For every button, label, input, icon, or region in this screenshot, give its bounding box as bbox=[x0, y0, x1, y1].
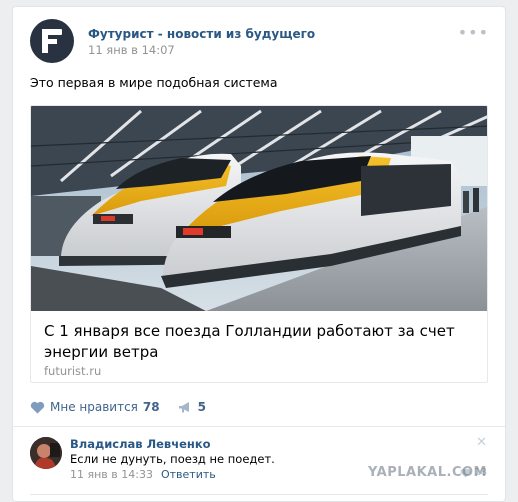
share-button[interactable]: 5 bbox=[178, 400, 206, 414]
like-label: Мне нравится bbox=[50, 400, 138, 414]
comment-timestamp[interactable]: 11 янв в 14:33 bbox=[70, 468, 153, 481]
commenter-avatar[interactable] bbox=[30, 437, 62, 469]
letter-f-logo-icon bbox=[42, 29, 62, 53]
megaphone-icon bbox=[178, 401, 189, 412]
community-avatar[interactable] bbox=[30, 19, 74, 63]
heart-icon bbox=[30, 401, 45, 413]
watermark: YAPLAKAL.COM bbox=[368, 465, 487, 480]
train-photo bbox=[31, 106, 487, 311]
reply-button[interactable]: Ответить bbox=[161, 468, 216, 481]
comments-divider bbox=[13, 426, 505, 427]
link-title[interactable]: С 1 января все поезда Голландии работают… bbox=[44, 321, 474, 363]
commenter-photo bbox=[30, 437, 62, 469]
link-domain: futurist.ru bbox=[44, 364, 102, 378]
post-actions: Мне нравится 78 5 bbox=[30, 397, 206, 417]
close-icon[interactable]: ✕ bbox=[476, 435, 487, 450]
comment-author-link[interactable]: Владислав Левченко bbox=[70, 437, 211, 451]
share-count: 5 bbox=[197, 400, 206, 414]
like-count: 78 bbox=[142, 400, 160, 414]
comment-meta: 11 янв в 14:33 Ответить bbox=[70, 468, 216, 481]
comment-text: Если не дунуть, поезд не поедет. bbox=[70, 452, 275, 466]
post-author-link[interactable]: Футурист - новости из будущего bbox=[88, 27, 315, 41]
post-card: Футурист - новости из будущего 11 янв в … bbox=[12, 6, 506, 502]
comment-bottom-divider bbox=[30, 494, 488, 495]
more-dots-icon[interactable]: ••• bbox=[458, 25, 489, 41]
post-text: Это первая в мире подобная система bbox=[30, 75, 278, 90]
post-timestamp[interactable]: 11 янв в 14:07 bbox=[88, 43, 175, 57]
link-attachment[interactable]: С 1 января все поезда Голландии работают… bbox=[30, 105, 488, 383]
like-button[interactable]: Мне нравится 78 bbox=[30, 400, 160, 414]
